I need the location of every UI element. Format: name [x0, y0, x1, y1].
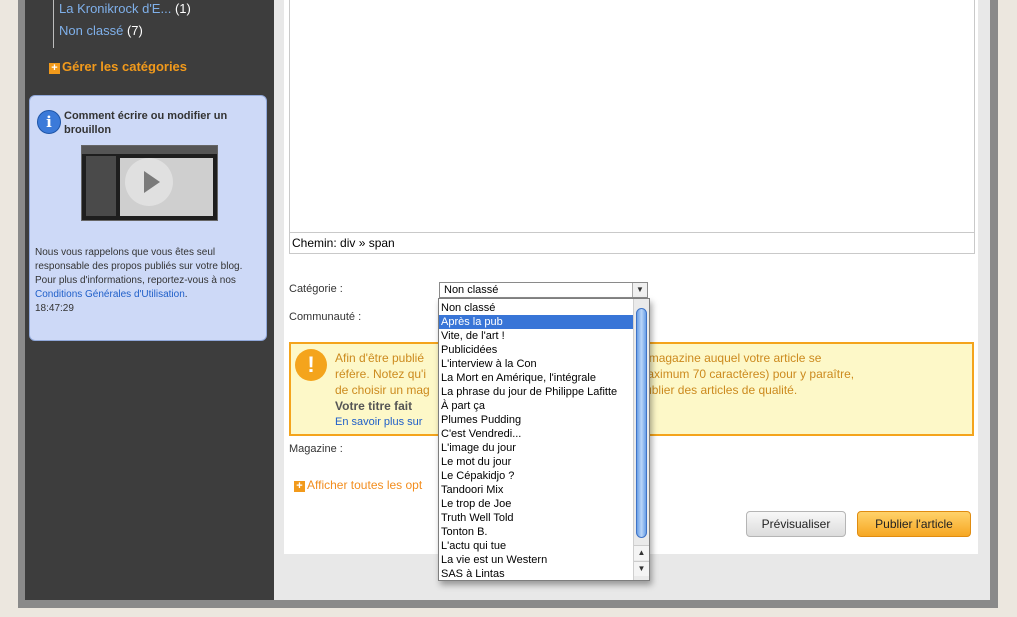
warning-line-3a: de choisir un mag: [335, 383, 430, 397]
help-text-1: Nous vous rappelons que vous êtes seul r…: [35, 247, 243, 272]
dropdown-option[interactable]: L'actu qui tue: [439, 539, 633, 553]
help-time: 18:47:29: [35, 303, 74, 314]
chevron-down-icon[interactable]: ▼: [632, 283, 647, 297]
video-sidebar-pane: [86, 156, 116, 216]
dropdown-option[interactable]: La vie est un Western: [439, 553, 633, 567]
plus-icon: +: [49, 63, 60, 74]
dropdown-option[interactable]: L'interview à la Con: [439, 357, 633, 371]
category-select[interactable]: Non classé ▼: [439, 282, 648, 298]
help-text-2: Pour plus d'informations, reportez-vous …: [35, 275, 236, 286]
category-link[interactable]: La Kronikrock d'E...: [59, 1, 171, 16]
dropdown-option[interactable]: Le Cépakidjo ?: [439, 469, 633, 483]
warning-line-2a: réfère. Notez qu'i: [335, 367, 427, 381]
dropdown-options: Non classé Après la pub Vite, de l'art ! Pu…: [439, 301, 649, 580]
editor-path-bar: Chemin: div » span: [290, 232, 974, 253]
window-frame-right: [990, 0, 998, 608]
play-icon[interactable]: [125, 158, 173, 206]
info-icon: i: [37, 110, 61, 134]
dropdown-option[interactable]: La Mort en Amérique, l'intégrale: [439, 371, 633, 385]
warning-strong: Votre titre fait: [335, 399, 413, 413]
terms-link[interactable]: Conditions Générales d'Utilisation: [35, 289, 185, 300]
video-thumbnail[interactable]: [81, 145, 218, 221]
dropdown-option[interactable]: Truth Well Told: [439, 511, 633, 525]
category-label: Catégorie :: [289, 283, 343, 295]
dropdown-option[interactable]: Le mot du jour: [439, 455, 633, 469]
scroll-up-arrow-icon[interactable]: ▲: [634, 545, 649, 560]
category-dropdown-list[interactable]: Non classé Après la pub Vite, de l'art ! Pu…: [438, 298, 650, 581]
category-count: (1): [174, 1, 191, 16]
dropdown-option[interactable]: La phrase du jour de Philippe Lafitte: [439, 385, 633, 399]
help-text: Nous vous rappelons que vous êtes seul r…: [35, 246, 260, 316]
dropdown-option[interactable]: L'image du jour: [439, 441, 633, 455]
dropdown-option[interactable]: SAS à Lintas: [439, 567, 633, 580]
dropdown-option[interactable]: Plumes Pudding: [439, 413, 633, 427]
scrollbar-thumb[interactable]: [636, 308, 647, 538]
preview-button[interactable]: Prévisualiser: [746, 511, 846, 537]
dropdown-option[interactable]: Le trop de Joe: [439, 497, 633, 511]
dropdown-option[interactable]: Après la pub: [439, 315, 633, 329]
dropdown-scrollbar[interactable]: ▲ ▼: [633, 299, 649, 580]
dropdown-option[interactable]: À part ça: [439, 399, 633, 413]
learn-more-link[interactable]: En savoir plus sur: [335, 414, 975, 430]
dropdown-option[interactable]: Publicidées: [439, 343, 633, 357]
help-text-3: .: [184, 289, 188, 300]
dropdown-option[interactable]: Vite, de l'art !: [439, 329, 633, 343]
window-frame-left: [18, 0, 25, 608]
warning-icon: !: [295, 349, 327, 381]
warning-text: Afin d'être publié à préciser le magazine…: [335, 350, 975, 430]
category-select-value: Non classé: [444, 284, 499, 296]
rich-text-editor[interactable]: Chemin: div » span: [289, 0, 975, 254]
category-item[interactable]: La Kronikrock d'E... (1): [59, 1, 191, 16]
help-title[interactable]: Comment écrire ou modifier un brouillon: [64, 109, 264, 137]
dropdown-option[interactable]: Tandoori Mix: [439, 483, 633, 497]
scroll-down-arrow-icon[interactable]: ▼: [634, 561, 649, 576]
community-label: Communauté :: [289, 311, 362, 323]
category-link[interactable]: Non classé: [59, 23, 123, 38]
category-item[interactable]: Non classé (7): [59, 23, 143, 38]
category-count: (7): [126, 23, 143, 38]
show-all-options-link[interactable]: + Afficher toutes les opt: [294, 478, 422, 492]
help-box: i Comment écrire ou modifier un brouillo…: [29, 95, 267, 341]
publish-button[interactable]: Publier l'article: [857, 511, 971, 537]
magazine-label: Magazine :: [289, 443, 343, 455]
video-toolbar: [82, 146, 217, 154]
dropdown-option[interactable]: Tonton B.: [439, 525, 633, 539]
category-tree-line: [53, 0, 54, 48]
manage-categories-link[interactable]: + Gérer les catégories: [49, 59, 187, 74]
dropdown-option[interactable]: Non classé: [439, 301, 633, 315]
show-all-options-label: Afficher toutes les opt: [307, 478, 423, 492]
warning-line-1a: Afin d'être publié: [335, 351, 425, 365]
window-frame-bottom: [18, 600, 998, 608]
manage-categories-label: Gérer les catégories: [62, 59, 188, 74]
dropdown-option[interactable]: C'est Vendredi...: [439, 427, 633, 441]
plus-icon: +: [294, 481, 305, 492]
